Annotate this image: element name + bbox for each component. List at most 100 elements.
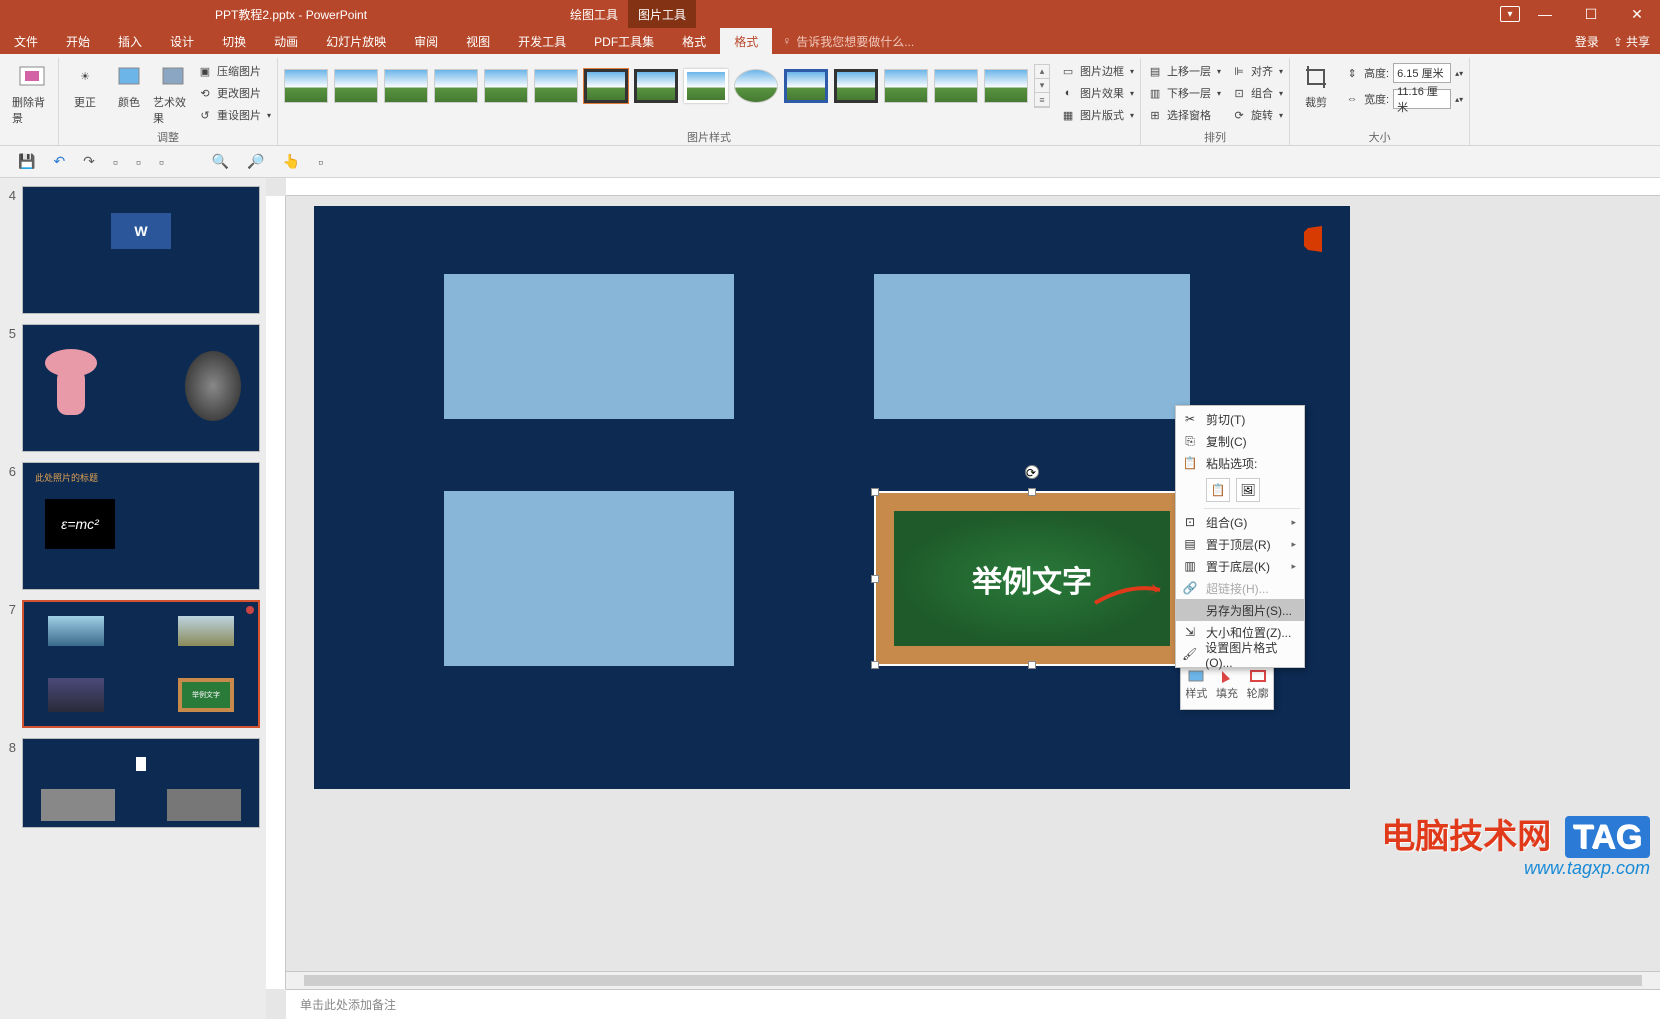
picture-mountain[interactable] (444, 274, 734, 419)
style-preset[interactable] (984, 69, 1028, 103)
ctx-save-as-picture[interactable]: 另存为图片(S)... (1176, 599, 1304, 621)
style-preset[interactable] (684, 69, 728, 103)
tab-developer[interactable]: 开发工具 (504, 28, 580, 54)
style-preset[interactable] (534, 69, 578, 103)
tab-transitions[interactable]: 切换 (208, 28, 260, 54)
paste-option-2[interactable]: 🖼 (1236, 478, 1260, 502)
undo-icon[interactable]: ↶ (53, 153, 65, 170)
qat-icon[interactable]: ▫ (159, 154, 164, 170)
resize-handle[interactable] (871, 661, 879, 669)
ctx-copy[interactable]: ⎘复制(C) (1176, 430, 1304, 452)
picture-styles-gallery[interactable]: ▴▾≡ (284, 58, 1050, 108)
drawing-tools-tab[interactable]: 绘图工具 (560, 0, 628, 28)
tab-design[interactable]: 设计 (156, 28, 208, 54)
ctx-bring-front[interactable]: ▤置于顶层(R)▸ (1176, 533, 1304, 555)
picture-effects-button[interactable]: ◐图片效果▾ (1060, 82, 1134, 104)
height-field[interactable]: ⇕高度:6.15 厘米▴▾ (1344, 62, 1463, 84)
picture-layout-button[interactable]: ▦图片版式▾ (1060, 104, 1134, 126)
picture-cityscape[interactable] (444, 491, 734, 666)
style-preset-selected[interactable] (584, 69, 628, 103)
tab-insert[interactable]: 插入 (104, 28, 156, 54)
align-button[interactable]: ⊫对齐▾ (1231, 60, 1283, 82)
tab-pdf[interactable]: PDF工具集 (580, 28, 668, 54)
tab-slideshow[interactable]: 幻灯片放映 (312, 28, 400, 54)
slide-thumbnails-panel[interactable]: 4 W 5 6 此处照片的标题 ε=mc² 7 举例文字 8 (0, 178, 266, 1019)
slide-thumbnail-7-selected[interactable]: 举例文字 (22, 600, 260, 728)
slide-thumbnail-4[interactable]: W (22, 186, 260, 314)
group-objects-button[interactable]: ⊡组合▾ (1231, 82, 1283, 104)
notes-pane[interactable]: 单击此处添加备注 (286, 989, 1660, 1019)
style-preset[interactable] (284, 69, 328, 103)
qat-icon[interactable]: 👆 (283, 153, 300, 170)
style-preset[interactable] (734, 69, 778, 103)
login-button[interactable]: 登录 (1575, 33, 1599, 50)
paste-option-1[interactable]: 📋 (1206, 478, 1230, 502)
ctx-format-picture[interactable]: 🖌设置图片格式(O)... (1176, 643, 1304, 665)
minimize-button[interactable]: — (1522, 0, 1568, 28)
qat-icon[interactable]: ▫ (318, 154, 323, 170)
crop-button[interactable]: 裁剪 (1296, 58, 1336, 110)
qat-icon[interactable]: 🔍 (212, 153, 229, 170)
slide-thumbnail-5[interactable] (22, 324, 260, 452)
slide-thumbnail-8[interactable] (22, 738, 260, 828)
style-preset[interactable] (334, 69, 378, 103)
qat-icon[interactable]: ▫ (113, 154, 118, 170)
selection-pane-button[interactable]: ⊞选择窗格 (1147, 104, 1221, 126)
ribbon-display-options-icon[interactable]: ▾ (1500, 6, 1520, 22)
picture-tools-tab[interactable]: 图片工具 (628, 0, 696, 28)
tab-animations[interactable]: 动画 (260, 28, 312, 54)
corrections-button[interactable]: ☀更正 (65, 58, 105, 110)
close-button[interactable]: ✕ (1614, 0, 1660, 28)
picture-lake-trees[interactable] (874, 274, 1190, 419)
redo-icon[interactable]: ↷ (83, 153, 95, 170)
maximize-button[interactable]: ☐ (1568, 0, 1614, 28)
tab-review[interactable]: 审阅 (400, 28, 452, 54)
tell-me-search[interactable]: ♀ 告诉我您想要做什么... (782, 28, 914, 54)
share-button[interactable]: ⇪共享 (1613, 33, 1650, 50)
tab-home[interactable]: 开始 (52, 28, 104, 54)
compress-picture-button[interactable]: ▣压缩图片 (197, 60, 271, 82)
slide-thumbnail-6[interactable]: 此处照片的标题 ε=mc² (22, 462, 260, 590)
artistic-effects-button[interactable]: 艺术效果 (153, 58, 193, 126)
tab-file[interactable]: 文件 (0, 28, 52, 54)
group-label-styles: 图片样式 (284, 129, 1134, 145)
height-input[interactable]: 6.15 厘米 (1393, 63, 1451, 83)
resize-handle[interactable] (1028, 661, 1036, 669)
watermark: 电脑技术网 TAG www.tagxp.com (1381, 809, 1650, 879)
style-preset[interactable] (434, 69, 478, 103)
chevron-right-icon: ▸ (1291, 561, 1296, 572)
rotate-handle[interactable]: ⟳ (1025, 465, 1039, 479)
picture-border-button[interactable]: ▭图片边框▾ (1060, 60, 1134, 82)
style-preset[interactable] (934, 69, 978, 103)
resize-handle[interactable] (871, 575, 879, 583)
reset-picture-button[interactable]: ↺重设图片▾ (197, 104, 271, 126)
bring-forward-button[interactable]: ▤上移一层▾ (1147, 60, 1221, 82)
tab-view[interactable]: 视图 (452, 28, 504, 54)
document-title: PPT教程2.pptx - PowerPoint (215, 6, 367, 23)
style-preset[interactable] (484, 69, 528, 103)
send-backward-button[interactable]: ▥下移一层▾ (1147, 82, 1221, 104)
style-preset[interactable] (784, 69, 828, 103)
qat-icon[interactable]: ▫ (136, 154, 141, 170)
width-field[interactable]: ⇔宽度:11.16 厘米▴▾ (1344, 88, 1463, 110)
rotate-button[interactable]: ⟳旋转▾ (1231, 104, 1283, 126)
gallery-expand[interactable]: ▴▾≡ (1034, 64, 1050, 108)
width-input[interactable]: 11.16 厘米 (1393, 89, 1451, 109)
save-icon[interactable]: 💾 (18, 153, 35, 170)
style-preset[interactable] (634, 69, 678, 103)
ctx-send-back[interactable]: ▥置于底层(K)▸ (1176, 555, 1304, 577)
color-button[interactable]: 颜色 (109, 58, 149, 110)
change-picture-button[interactable]: ⟲更改图片 (197, 82, 271, 104)
resize-handle[interactable] (1028, 488, 1036, 496)
tab-format-drawing[interactable]: 格式 (668, 28, 720, 54)
style-preset[interactable] (834, 69, 878, 103)
horizontal-scrollbar[interactable] (286, 971, 1660, 989)
ctx-group[interactable]: ⊡组合(G)▸ (1176, 511, 1304, 533)
qat-icon[interactable]: 🔎 (247, 153, 264, 170)
style-preset[interactable] (884, 69, 928, 103)
tab-format-picture[interactable]: 格式 (720, 28, 772, 54)
remove-background-button[interactable]: 删除背景 (12, 58, 52, 126)
style-preset[interactable] (384, 69, 428, 103)
ctx-cut[interactable]: ✂剪切(T) (1176, 408, 1304, 430)
resize-handle[interactable] (871, 488, 879, 496)
